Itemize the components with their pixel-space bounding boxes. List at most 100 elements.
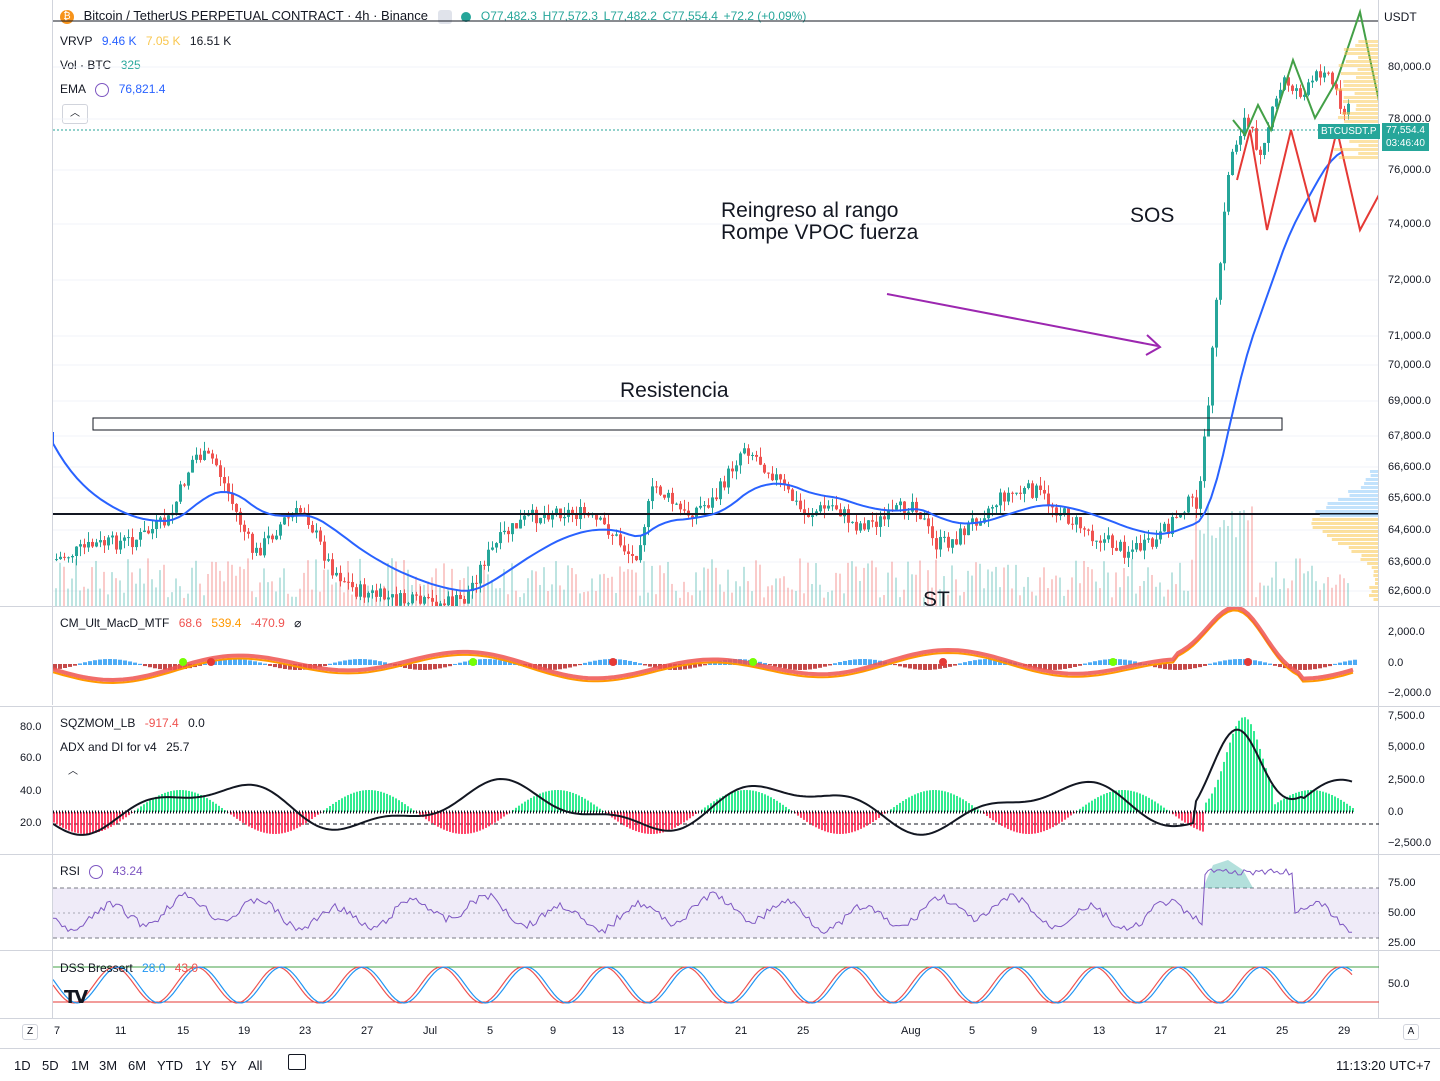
volume-bar — [111, 572, 113, 606]
macd-histogram-bar — [1338, 663, 1342, 665]
sqz-pane[interactable] — [52, 707, 1379, 854]
macd-histogram-bar — [143, 664, 147, 666]
sqz-histogram-bar — [392, 797, 394, 812]
volume-bar — [1063, 596, 1065, 606]
candle-body — [1163, 524, 1166, 532]
sqz-histogram-bar — [623, 812, 625, 825]
candle-body — [615, 534, 618, 535]
annotation-resistencia[interactable]: Resistencia — [620, 379, 729, 403]
volume-profile-bar — [1320, 514, 1379, 517]
candle-body — [871, 520, 874, 521]
timeframe-button-all[interactable]: All — [248, 1058, 262, 1073]
macd-histogram-bar — [73, 664, 77, 666]
candle-body — [1071, 524, 1074, 525]
sqz-histogram-bar — [260, 812, 262, 832]
volume-bar — [663, 573, 665, 606]
sqz-legend[interactable]: SQZMOM_LB -917.4 0.0 — [60, 716, 211, 730]
candle-body — [743, 448, 746, 453]
candle-body — [915, 502, 918, 512]
macd-histogram-bar — [1093, 661, 1097, 665]
macd-hidden-icon[interactable]: ⌀ — [294, 616, 301, 630]
date-range-icon[interactable] — [288, 1054, 306, 1070]
volume-bar — [883, 595, 885, 606]
macd-legend[interactable]: CM_Ult_MacD_MTF 68.6 539.4 -470.9 ⌀ — [60, 616, 307, 630]
volume-profile-bar — [1355, 92, 1379, 95]
macd-histogram-bar — [1213, 662, 1217, 665]
candle-body — [1123, 542, 1126, 558]
volume-bar — [1335, 585, 1337, 606]
volume-bar — [1071, 577, 1073, 606]
candle-body — [287, 517, 290, 518]
sqz-histogram-bar — [179, 790, 181, 812]
dss-pane[interactable] — [52, 951, 1379, 1018]
volume-bar — [103, 572, 105, 606]
price-axis-label: 64,600.0 — [1388, 524, 1431, 536]
candle-body — [391, 594, 394, 597]
volume-bar — [227, 561, 229, 606]
rsi-legend[interactable]: RSI 43.24 — [60, 864, 149, 879]
volume-bar — [1279, 589, 1281, 606]
rsi-pane[interactable] — [52, 855, 1379, 950]
macd-cross-dot — [469, 658, 477, 666]
candle-body — [319, 531, 322, 542]
annotation-sos[interactable]: SOS — [1130, 204, 1174, 228]
macd-histogram-bar — [823, 664, 827, 667]
volume-bar — [911, 574, 913, 606]
dss-axis-1: 50.0 — [1388, 978, 1409, 990]
candle-body — [1115, 548, 1118, 551]
volume-profile-bar — [1356, 76, 1379, 79]
timeframe-button-1y[interactable]: 1Y — [195, 1058, 211, 1073]
volume-profile-bar — [1344, 52, 1379, 55]
candle-body — [467, 591, 470, 604]
adx-legend[interactable]: ADX and DI for v4 25.7 — [60, 740, 195, 754]
timeframe-button-5d[interactable]: 5D — [42, 1058, 59, 1073]
volume-bar — [67, 589, 69, 606]
dss-legend[interactable]: DSS Bressert 28.0 43.0 — [60, 961, 204, 975]
sqz-histogram-bar — [341, 798, 343, 812]
macd-histogram-bar — [1103, 660, 1107, 665]
sqz-histogram-bar — [824, 812, 826, 831]
candle-body — [1131, 550, 1134, 552]
red-projection — [1237, 130, 1379, 230]
macd-histogram-bar — [818, 664, 822, 668]
candles — [55, 64, 1350, 606]
timeframe-button-6m[interactable]: 6M — [128, 1058, 146, 1073]
candle-body — [719, 481, 722, 499]
sqz-histogram-bar — [551, 790, 553, 812]
macd-histogram-bar — [358, 659, 362, 665]
clock[interactable]: 11:13:20 UTC+7 — [1336, 1058, 1431, 1073]
timeframe-button-5y[interactable]: 5Y — [221, 1058, 237, 1073]
volume-bar — [95, 561, 97, 606]
candle-body — [347, 582, 350, 583]
volume-bar — [195, 561, 197, 606]
price-axis-label: 72,000.0 — [1388, 274, 1431, 286]
timeframe-button-1d[interactable]: 1D — [14, 1058, 31, 1073]
price-pane[interactable]: Reingreso al rango Rompe VPOC fuerza SOS… — [52, 0, 1379, 606]
sqz-histogram-bar — [296, 812, 298, 828]
rsi-settings-icon[interactable] — [89, 865, 103, 879]
candle-body — [1003, 493, 1006, 502]
timezone-icon[interactable]: Z — [22, 1024, 38, 1040]
volume-bar — [691, 595, 693, 606]
auto-scale-icon[interactable]: A — [1403, 1024, 1419, 1040]
macd-histogram-bar — [603, 659, 607, 665]
sqz-histogram-bar — [89, 812, 91, 834]
time-axis-label: 9 — [1031, 1025, 1037, 1037]
sqz-histogram-bar — [740, 790, 742, 812]
sqz-histogram-bar — [1148, 798, 1150, 812]
volume-bar — [1163, 597, 1165, 606]
annotation-st[interactable]: ST — [923, 588, 950, 606]
sqz-histogram-bar — [860, 812, 862, 829]
macd-histogram-bar — [568, 664, 572, 668]
collapse-sqz-button[interactable]: ︿ — [62, 764, 84, 780]
volume-bar — [655, 594, 657, 606]
rsi-axis-3: 25.00 — [1388, 937, 1416, 949]
timeframe-button-ytd[interactable]: YTD — [157, 1058, 183, 1073]
timeframe-button-1m[interactable]: 1M — [71, 1058, 89, 1073]
timeframe-button-3m[interactable]: 3M — [99, 1058, 117, 1073]
price-axis[interactable] — [1378, 0, 1440, 1018]
annotation-reingreso[interactable]: Reingreso al rango Rompe VPOC fuerza — [721, 200, 918, 244]
sqz-histogram-bar — [584, 799, 586, 812]
volume-bar — [151, 579, 153, 606]
candle-body — [1111, 535, 1114, 548]
